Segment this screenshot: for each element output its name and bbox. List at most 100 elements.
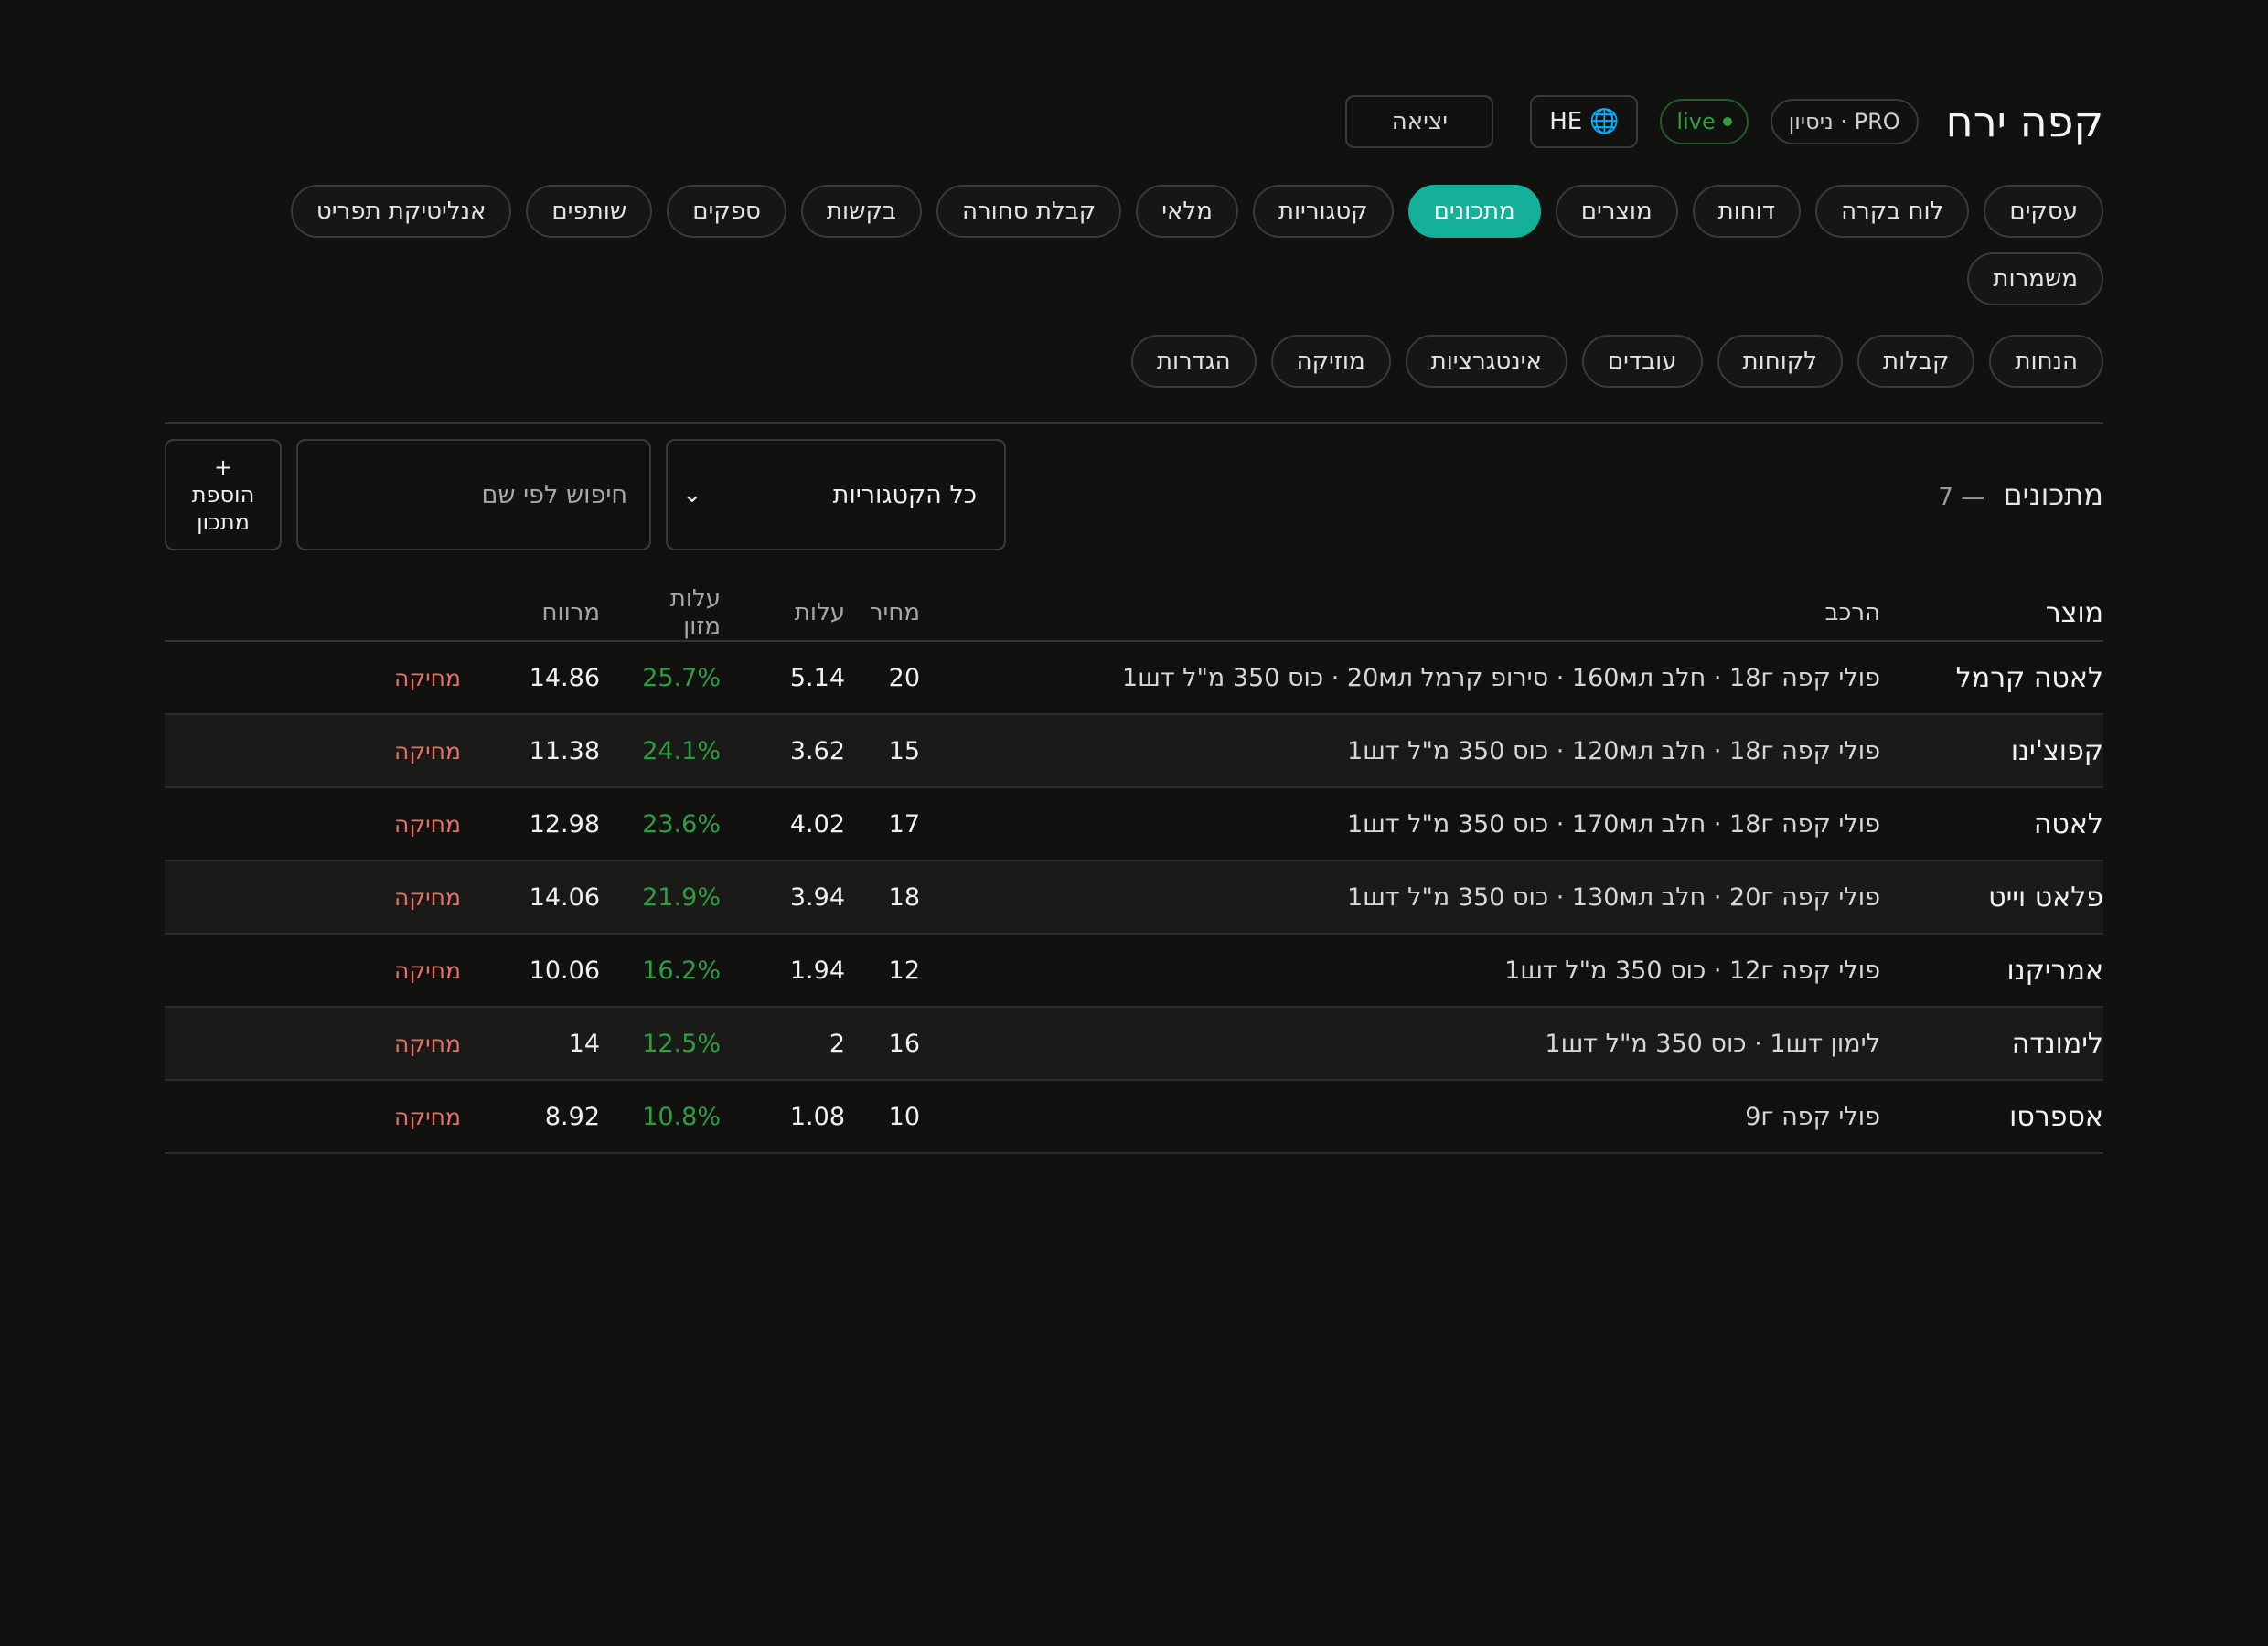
logout-button[interactable]: יציאה xyxy=(1345,95,1494,148)
product-cell: לאטה xyxy=(1880,787,2103,861)
food-cost-cell: 21.9% xyxy=(633,860,721,935)
header-price: מחיר xyxy=(870,585,920,642)
table-row[interactable]: לאטה פולי קפה 18г · חלב 170мл · כוס 350 מ… xyxy=(165,787,2103,861)
composition-cell: פולי קפה 9г xyxy=(920,1080,1880,1154)
food-cost-cell: 10.8% xyxy=(633,1080,721,1154)
nav-item-row2-1[interactable]: קבלות xyxy=(1857,335,1975,388)
divider xyxy=(165,422,2103,424)
nav-item-row1-9[interactable]: ספקים xyxy=(667,185,786,238)
add-recipe-label-2: מתכון xyxy=(197,509,250,535)
header-composition: הרכב xyxy=(920,585,1880,642)
header-product: מוצר xyxy=(1880,585,2103,642)
plan-badge: PRO · ניסיון xyxy=(1770,99,1919,144)
cost-cell: 2 xyxy=(757,1007,845,1081)
header-cost: עלות xyxy=(757,585,845,642)
delete-button[interactable]: מחיקה xyxy=(394,787,461,861)
margin-cell: 11.38 xyxy=(530,714,600,788)
table-row[interactable]: לאטה קרמל פולי קפה 18г · חלב 160мл · סירו… xyxy=(165,641,2103,715)
section-title: מתכונים — 7 xyxy=(1938,477,2103,512)
recipes-page: קפה ירח PRO · ניסיון live 🌐 HE יציאה עסק… xyxy=(165,91,2103,1154)
cost-cell: 1.08 xyxy=(757,1080,845,1154)
composition-cell: פולי קפה 12г · כוס 350 מ"ל 1шт xyxy=(920,934,1880,1008)
header-food-cost: עלות מזון xyxy=(633,585,721,642)
food-cost-cell: 16.2% xyxy=(633,934,721,1008)
live-badge: live xyxy=(1660,99,1749,144)
food-cost-cell: 25.7% xyxy=(633,641,721,715)
food-cost-cell: 23.6% xyxy=(633,787,721,861)
nav-item-row1-11[interactable]: אנליטיקת תפריט xyxy=(290,185,512,238)
composition-cell: פולי קפה 18г · חלב 120мл · כוס 350 מ"ל 1… xyxy=(920,714,1880,788)
product-cell: קפוצ'ינו xyxy=(1880,714,2103,788)
nav-item-row2-0[interactable]: הנחות xyxy=(1989,335,2103,388)
delete-button[interactable]: מחיקה xyxy=(394,934,461,1008)
margin-cell: 14.06 xyxy=(530,860,600,935)
price-cell: 15 xyxy=(882,714,920,788)
margin-cell: 14.86 xyxy=(530,641,600,715)
live-label: live xyxy=(1676,109,1716,134)
app-header: קפה ירח PRO · ניסיון live 🌐 HE יציאה xyxy=(165,91,2103,152)
delete-button[interactable]: מחיקה xyxy=(394,1007,461,1081)
recipes-table: מוצר הרכב מחיר עלות עלות מזון מרווח לאטה… xyxy=(165,585,2103,1154)
language-label: HE xyxy=(1549,108,1583,135)
nav-item-row2-5[interactable]: מוזיקה xyxy=(1270,335,1391,388)
table-row[interactable]: אמריקנו פולי קפה 12г · כוס 350 מ"ל 1шт 12 1… xyxy=(165,934,2103,1008)
delete-button[interactable]: מחיקה xyxy=(394,641,461,715)
nav-item-row2-4[interactable]: אינטגרציות xyxy=(1405,335,1567,388)
nav-item-row1-8[interactable]: בקשות xyxy=(800,185,922,238)
product-cell: לאטה קרמל xyxy=(1880,641,2103,715)
price-cell: 18 xyxy=(882,860,920,935)
composition-cell: לימון 1шт · כוס 350 מ"ל 1шт xyxy=(920,1007,1880,1081)
language-button[interactable]: 🌐 HE xyxy=(1530,95,1639,148)
recipes-toolbar: מתכונים — 7 כל הקטגוריות ⌄ + הוספת מתכון xyxy=(165,439,2103,550)
main-nav: עסקים לוח בקרה דוחות מוצרים מתכונים קטגוריות מ… xyxy=(165,185,2103,388)
nav-item-row1-7[interactable]: קבלת סחורה xyxy=(936,185,1122,238)
nav-item-row2-6[interactable]: הגדרות xyxy=(1130,335,1257,388)
margin-cell: 8.92 xyxy=(538,1080,600,1154)
product-cell: פלאט וייט xyxy=(1880,860,2103,935)
composition-cell: פולי קפה 20г · חלב 130мл · כוס 350 מ"ל 1… xyxy=(920,860,1880,935)
cost-cell: 5.14 xyxy=(757,641,845,715)
product-cell: לימונדה xyxy=(1880,1007,2103,1081)
food-cost-cell: 24.1% xyxy=(633,714,721,788)
delete-button[interactable]: מחיקה xyxy=(394,860,461,935)
table-row[interactable]: קפוצ'ינו פולי קפה 18г · חלב 120мл · כוס 3… xyxy=(165,714,2103,788)
nav-item-row1-12[interactable]: משמרות xyxy=(1967,252,2103,305)
delete-button[interactable]: מחיקה xyxy=(394,714,461,788)
nav-item-row1-6[interactable]: מלאי xyxy=(1136,185,1238,238)
chevron-down-icon: ⌄ xyxy=(682,481,702,508)
category-filter-value: כל הקטגוריות xyxy=(832,480,977,509)
cost-cell: 3.94 xyxy=(757,860,845,935)
price-cell: 12 xyxy=(882,934,920,1008)
table-row[interactable]: אספרסו פולי קפה 9г 10 1.08 10.8% 8.92 מחיקה xyxy=(165,1080,2103,1154)
table-header-row: מוצר הרכב מחיר עלות עלות מזון מרווח xyxy=(165,585,2103,642)
category-filter-select[interactable]: כל הקטגוריות ⌄ xyxy=(666,439,1006,550)
nav-item-row1-2[interactable]: דוחות xyxy=(1692,185,1802,238)
price-cell: 10 xyxy=(882,1080,920,1154)
price-cell: 20 xyxy=(882,641,920,715)
nav-item-row1-0[interactable]: עסקים xyxy=(1984,185,2103,238)
price-cell: 17 xyxy=(882,787,920,861)
delete-button[interactable]: מחיקה xyxy=(394,1080,461,1154)
nav-item-row1-10[interactable]: שותפים xyxy=(526,185,653,238)
add-recipe-button[interactable]: + הוספת מתכון xyxy=(165,439,282,550)
margin-cell: 10.06 xyxy=(530,934,600,1008)
table-row[interactable]: לימונדה לימון 1шт · כוס 350 מ"ל 1шт 16 2 12.… xyxy=(165,1007,2103,1081)
margin-cell: 14 xyxy=(538,1007,600,1081)
composition-cell: פולי קפה 18г · חלב 160мл · סירופ קרמל 20… xyxy=(920,641,1880,715)
nav-item-row1-1[interactable]: לוח בקרה xyxy=(1815,185,1970,238)
table-row[interactable]: פלאט וייט פולי קפה 20г · חלב 130мл · כוס … xyxy=(165,860,2103,935)
search-input[interactable] xyxy=(296,439,651,550)
nav-item-row2-2[interactable]: לקוחות xyxy=(1717,335,1843,388)
recipe-count: — 7 xyxy=(1938,484,1985,511)
margin-cell: 12.98 xyxy=(530,787,600,861)
nav-item-row1-3[interactable]: מוצרים xyxy=(1555,185,1678,238)
add-recipe-label-1: הוספת xyxy=(191,482,255,508)
nav-item-row1-4[interactable]: מתכונים xyxy=(1407,185,1541,238)
brand-title: קפה ירח xyxy=(1945,97,2103,146)
cost-cell: 4.02 xyxy=(757,787,845,861)
plus-icon: + xyxy=(213,454,233,480)
table-body: לאטה קרמל פולי קפה 18г · חלב 160мл · סירו… xyxy=(165,641,2103,1154)
nav-item-row1-5[interactable]: קטגוריות xyxy=(1252,185,1394,238)
nav-item-row2-3[interactable]: עובדים xyxy=(1581,335,1703,388)
cost-cell: 3.62 xyxy=(757,714,845,788)
